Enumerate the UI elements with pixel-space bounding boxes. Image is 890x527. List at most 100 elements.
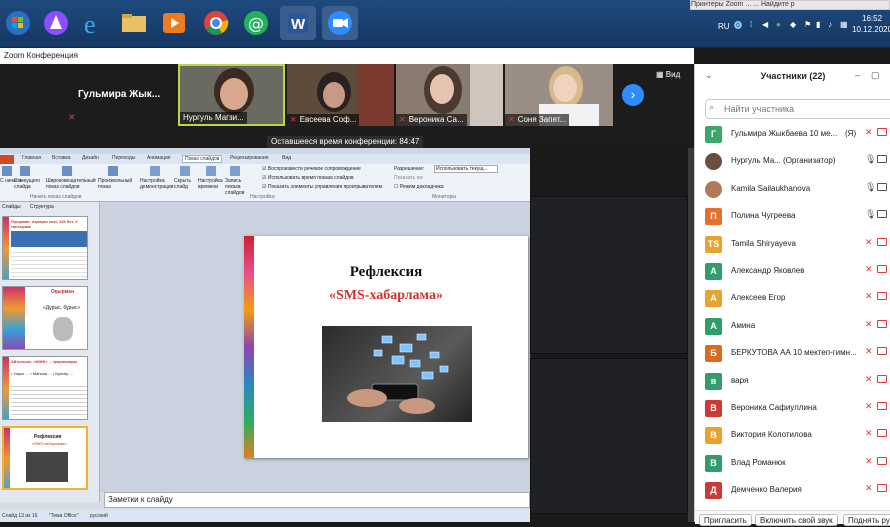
- next-page-button[interactable]: ›: [622, 84, 644, 106]
- checkbox-media-controls[interactable]: ☑ Показать элементы управления проигрыва…: [262, 184, 382, 190]
- checkbox-narration[interactable]: ☑ Воспроизвести речевое сопровождение: [262, 166, 361, 172]
- tab-home[interactable]: Главная: [22, 155, 41, 161]
- participant-row[interactable]: А Алексеев Егор ✕: [695, 285, 890, 312]
- tray-arrows-icon[interactable]: ◀: [762, 20, 768, 29]
- camera-icon[interactable]: [877, 429, 887, 438]
- participant-row[interactable]: Kamila Sailaukhanova 🎙: [695, 176, 890, 203]
- zoom-app-icon[interactable]: [322, 6, 358, 40]
- language-indicator[interactable]: RU: [718, 22, 730, 31]
- mic-off-icon[interactable]: ✕: [865, 483, 873, 494]
- participant-row[interactable]: А Амина ✕: [695, 313, 890, 340]
- minimize-icon[interactable]: –: [855, 70, 860, 80]
- mail-at-icon[interactable]: @: [238, 6, 274, 40]
- slide-thumbnail-3[interactable]: Айтылым: «ЖЖБ» ... формалары • Уақыт ...…: [2, 356, 88, 420]
- rehearse-button[interactable]: Настройка времени: [198, 178, 224, 190]
- raise-hand-button[interactable]: Поднять ру: [843, 514, 890, 526]
- ie-icon[interactable]: e: [76, 6, 112, 40]
- mic-off-icon[interactable]: ✕: [865, 127, 873, 138]
- mic-off-icon[interactable]: ✕: [865, 237, 873, 248]
- current-slide[interactable]: Рефлексия «SMS-хабарлама»: [244, 236, 528, 458]
- mic-off-icon[interactable]: ✕: [865, 401, 873, 412]
- camera-icon[interactable]: [877, 128, 887, 136]
- video-tile-3[interactable]: ✕ Евсеева Соф...: [287, 64, 394, 126]
- mic-off-icon[interactable]: ✕: [865, 264, 873, 275]
- shield-icon[interactable]: ●: [776, 20, 781, 29]
- tab-design[interactable]: Дизайн: [82, 155, 99, 161]
- custom-show-button[interactable]: Произвольный показ: [98, 178, 132, 190]
- media-player-icon[interactable]: [156, 6, 192, 40]
- network-icon[interactable]: ▦: [840, 20, 848, 29]
- video-tile-2[interactable]: Нургуль Магзи...: [178, 64, 285, 126]
- slide-thumbnail-4-selected[interactable]: Рефлексия «SMS-хабарлама»: [2, 426, 88, 490]
- tab-animation[interactable]: Анимация: [147, 155, 170, 161]
- mic-icon[interactable]: 🎙: [865, 182, 876, 193]
- mic-off-icon[interactable]: ✕: [865, 374, 873, 385]
- start-button[interactable]: [2, 6, 38, 40]
- tab-review[interactable]: Рецензирование: [230, 155, 269, 161]
- participant-row[interactable]: TS Tamila Shiryayeva ✕: [695, 231, 890, 258]
- tab-slides[interactable]: Слайды: [2, 204, 21, 210]
- signal-icon[interactable]: ▮: [816, 20, 820, 29]
- mic-icon[interactable]: 🎙: [865, 154, 876, 165]
- clock-date[interactable]: 10.12.2020: [852, 25, 890, 34]
- mic-off-icon[interactable]: ✕: [865, 291, 873, 302]
- tray-settings-icon[interactable]: ⁞: [750, 20, 752, 29]
- unmute-me-button[interactable]: Включить свой звук: [755, 514, 838, 526]
- tab-view[interactable]: Вид: [282, 155, 291, 161]
- clock-time[interactable]: 16:52: [862, 14, 882, 23]
- camera-icon[interactable]: [877, 456, 887, 465]
- notes-pane[interactable]: Заметки к слайду: [104, 492, 530, 508]
- tab-insert[interactable]: Вставка: [52, 155, 71, 161]
- participant-row[interactable]: Г Гульмира Жыкбаева 10 ме... (Я) ✕: [695, 121, 890, 148]
- video-tile-4[interactable]: ✕ Вероника Са...: [396, 64, 503, 126]
- participant-row[interactable]: П Полина Чугреева 🎙: [695, 203, 890, 230]
- camera-icon[interactable]: [877, 265, 887, 273]
- camera-icon[interactable]: [877, 182, 887, 191]
- flag-icon[interactable]: ⚑: [804, 20, 811, 29]
- view-button[interactable]: ▦ Вид: [656, 70, 680, 79]
- word-icon[interactable]: W: [280, 6, 316, 40]
- participant-row[interactable]: В Виктория Колотилова ✕: [695, 422, 890, 449]
- participant-row[interactable]: Д Демченко Валерия ✕: [695, 477, 890, 504]
- slide-thumbnail-1[interactable]: Оқырман: Ақпарат көзі, 135 бет, 2 тапсыр…: [2, 216, 88, 280]
- resolution-select[interactable]: Использовать текущ...: [434, 165, 498, 173]
- participant-row[interactable]: А Александр Яковлев ✕: [695, 258, 890, 285]
- mic-off-icon[interactable]: ✕: [865, 428, 873, 439]
- invite-button[interactable]: Пригласить: [699, 514, 752, 526]
- video-tile-1[interactable]: Гульмира Жык...: [68, 64, 176, 126]
- setup-show-button[interactable]: Настройка демонстрации: [140, 178, 174, 190]
- mic-off-icon[interactable]: ✕: [865, 346, 873, 357]
- participant-row[interactable]: в варя ✕: [695, 368, 890, 395]
- tab-slideshow[interactable]: Показ слайдов: [182, 155, 223, 163]
- participant-row[interactable]: В Влад Романюк ✕: [695, 450, 890, 477]
- tray-app-icon[interactable]: ◆: [790, 20, 796, 29]
- camera-icon[interactable]: [877, 292, 887, 301]
- hide-slide-button[interactable]: Скрыть слайд: [174, 178, 196, 190]
- checkbox-timings[interactable]: ☑ Использовать время показа слайдов: [262, 175, 354, 181]
- file-tab[interactable]: [0, 155, 14, 164]
- participant-row[interactable]: Б БЕРКУТОВА АА 10 мектеп-гимн... ✕: [695, 340, 890, 367]
- from-current-button[interactable]: С текущего слайда: [14, 178, 44, 190]
- presenter-view-checkbox[interactable]: ☐ Режим докладчика: [394, 184, 444, 190]
- camera-icon[interactable]: [877, 484, 887, 493]
- popout-icon[interactable]: ▢: [871, 70, 880, 81]
- participant-row[interactable]: В Вероника Сафиуллина ✕: [695, 395, 890, 422]
- slide-thumbnail-2[interactable]: Оқырман «Дұрыс, бұрыс»: [2, 286, 88, 350]
- mic-off-icon[interactable]: ✕: [865, 319, 873, 330]
- camera-icon[interactable]: [877, 210, 887, 219]
- volume-icon[interactable]: ♪: [828, 20, 832, 29]
- participant-row[interactable]: Нургуль Ма... (Организатор) 🎙: [695, 148, 890, 175]
- mic-off-icon[interactable]: ✕: [865, 456, 873, 467]
- chrome-icon[interactable]: [198, 6, 234, 40]
- tab-outline[interactable]: Структура: [30, 204, 54, 210]
- camera-icon[interactable]: [877, 155, 887, 164]
- camera-icon[interactable]: [877, 402, 887, 410]
- camera-icon[interactable]: [877, 319, 887, 328]
- alice-icon[interactable]: [38, 6, 74, 40]
- participant-search-input[interactable]: Найти участника: [705, 99, 890, 119]
- mic-icon[interactable]: 🎙: [865, 209, 876, 220]
- camera-icon[interactable]: [877, 347, 887, 356]
- tab-transitions[interactable]: Переходы: [112, 155, 135, 161]
- help-icon[interactable]: ⓿: [734, 20, 742, 31]
- explorer-icon[interactable]: [116, 6, 152, 40]
